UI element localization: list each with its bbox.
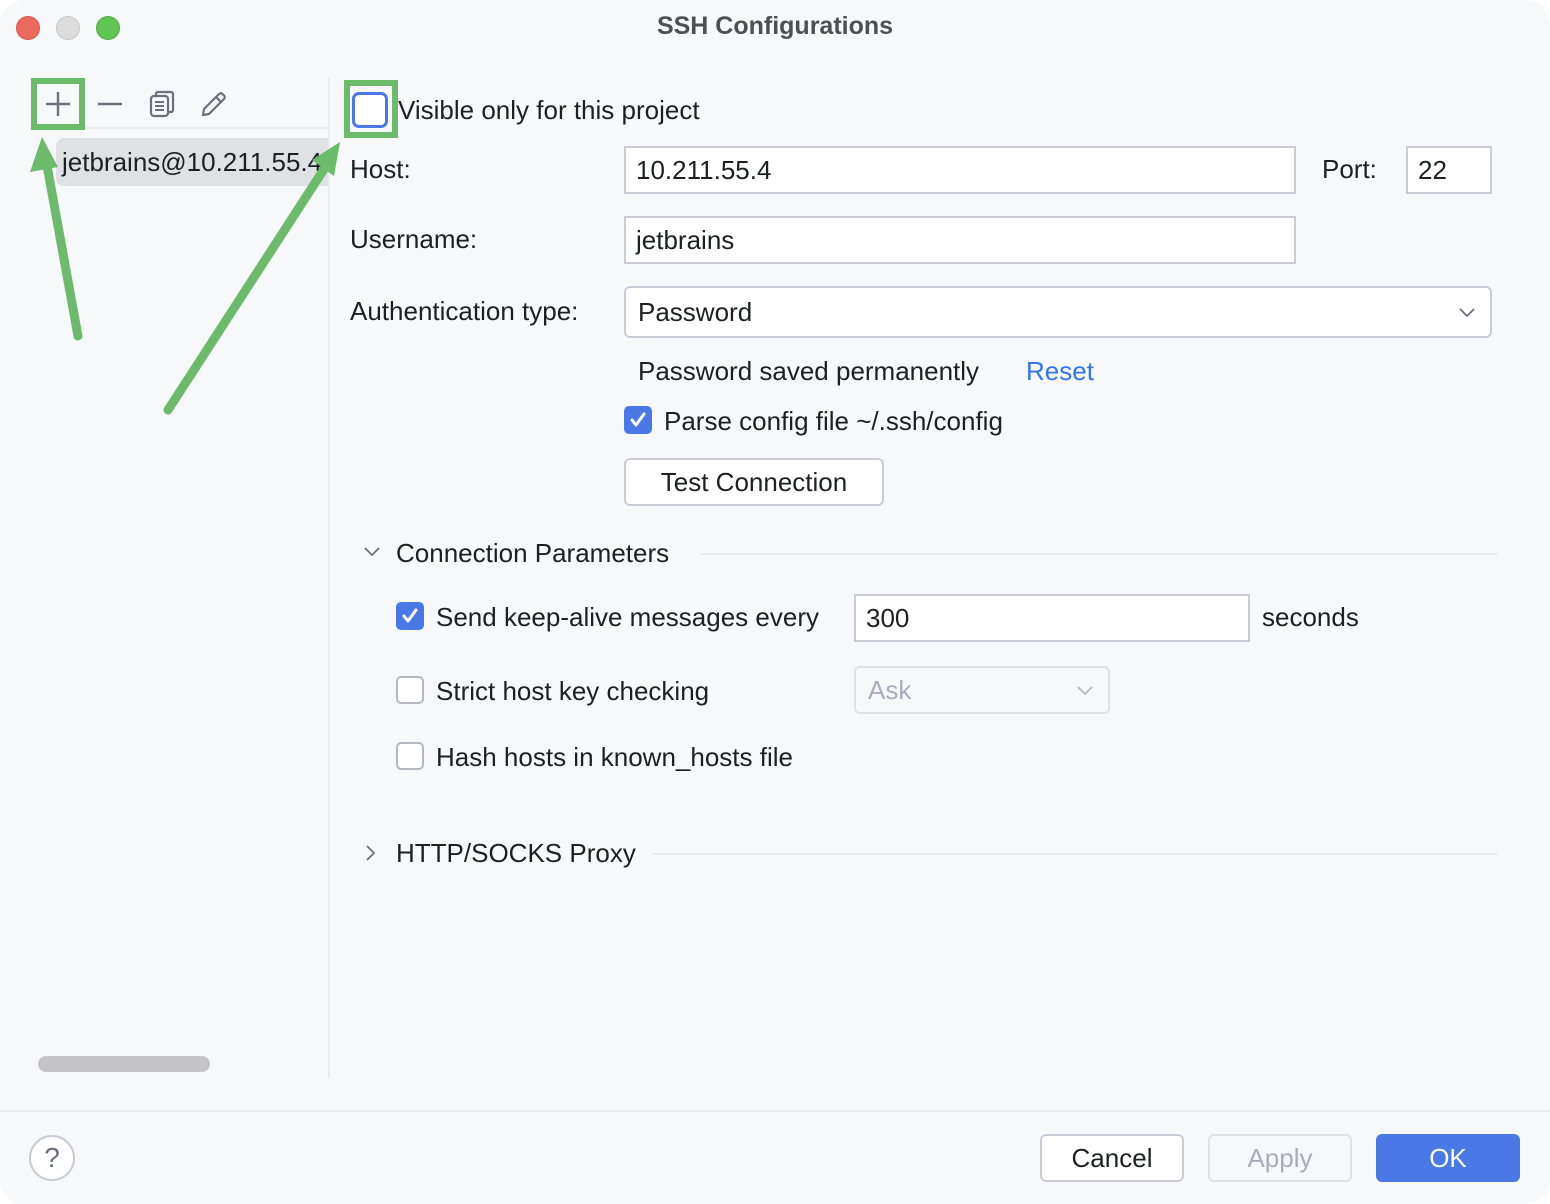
test-connection-label: Test Connection (660, 466, 848, 497)
dialog-title: SSH Configurations (656, 12, 894, 40)
proxy-section-header[interactable]: HTTP/SOCKS Proxy (396, 838, 636, 869)
username-input[interactable]: jetbrains (624, 216, 1296, 264)
copy-icon (149, 90, 175, 118)
host-label: Host: (350, 154, 411, 184)
apply-label: Apply (1247, 1142, 1313, 1173)
keepalive-label: Send keep-alive messages every (436, 602, 819, 632)
configuration-list-item[interactable]: jetbrains@10.211.55.4 (56, 138, 328, 186)
pencil-icon (201, 92, 226, 117)
strict-host-key-dropdown[interactable]: Ask (854, 666, 1110, 714)
port-input[interactable]: 22 (1406, 146, 1492, 194)
chevron-down-icon (1459, 308, 1475, 318)
footer-divider (0, 1110, 1550, 1112)
host-input[interactable]: 10.211.55.4 (624, 146, 1296, 194)
cancel-button[interactable]: Cancel (1040, 1134, 1184, 1182)
keepalive-interval-value: 300 (866, 602, 910, 633)
auth-type-label: Authentication type: (350, 296, 579, 326)
strict-host-key-checkbox[interactable] (396, 676, 424, 704)
host-value: 10.211.55.4 (636, 154, 772, 185)
question-mark-icon: ? (44, 1142, 60, 1173)
ok-button[interactable]: OK (1376, 1134, 1520, 1182)
add-button-highlight (31, 78, 85, 130)
strict-host-key-value: Ask (868, 674, 912, 705)
checkmark-icon (630, 412, 646, 427)
visible-only-checkbox[interactable] (352, 92, 388, 128)
edit-configuration-button[interactable] (192, 84, 236, 124)
auth-type-value: Password (638, 296, 753, 327)
horizontal-scrollbar[interactable] (38, 1056, 210, 1072)
cancel-label: Cancel (1071, 1142, 1153, 1173)
chevron-down-icon[interactable] (362, 545, 382, 559)
help-button[interactable]: ? (29, 1135, 75, 1181)
parse-config-label: Parse config file ~/.ssh/config (664, 406, 1003, 436)
ok-label: OK (1429, 1142, 1467, 1173)
password-status-text: Password saved permanently (638, 356, 980, 386)
keepalive-interval-input[interactable]: 300 (854, 594, 1250, 642)
port-label: Port: (1322, 154, 1377, 184)
hash-hosts-checkbox[interactable] (396, 742, 424, 770)
username-label: Username: (350, 224, 478, 254)
copy-configuration-button[interactable] (140, 84, 184, 124)
reset-password-link[interactable]: Reset (1026, 356, 1094, 387)
visible-only-label: Visible only for this project (398, 95, 700, 125)
panel-divider[interactable] (328, 78, 330, 1078)
port-value: 22 (1418, 154, 1447, 185)
chevron-right-icon[interactable] (364, 843, 378, 863)
keepalive-unit-label: seconds (1262, 602, 1359, 632)
chevron-down-icon (1077, 686, 1093, 696)
test-connection-button[interactable]: Test Connection (624, 458, 884, 506)
keepalive-checkbox[interactable] (396, 602, 424, 630)
section-divider (700, 553, 1498, 555)
configuration-label: jetbrains@10.211.55.4 (62, 147, 323, 177)
username-value: jetbrains (636, 224, 735, 255)
remove-configuration-button[interactable] (88, 84, 132, 124)
hash-hosts-label: Hash hosts in known_hosts file (436, 742, 793, 772)
strict-host-key-label: Strict host key checking (436, 676, 710, 706)
minus-icon (98, 102, 122, 106)
parse-config-checkbox[interactable] (624, 406, 652, 434)
ssh-configurations-dialog: SSH Configurations jetbrains@10.211.55.4… (0, 0, 1550, 1204)
auth-type-dropdown[interactable]: Password (624, 286, 1492, 338)
title-bar: SSH Configurations (0, 0, 1550, 56)
apply-button[interactable]: Apply (1208, 1134, 1352, 1182)
section-divider (652, 853, 1498, 855)
connection-parameters-header[interactable]: Connection Parameters (396, 538, 669, 569)
checkmark-icon (402, 608, 418, 623)
